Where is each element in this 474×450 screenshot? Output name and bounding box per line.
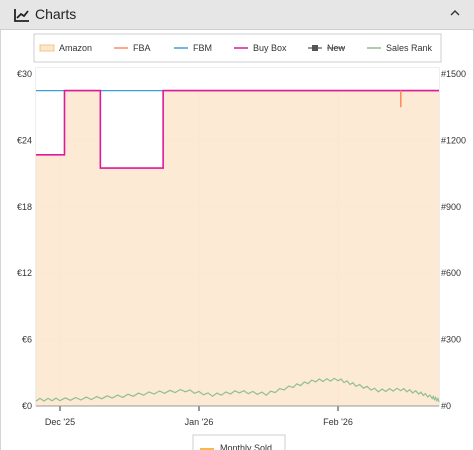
y-right-tick-label: #0 — [441, 401, 451, 411]
y-right-tick-label: #600 — [441, 268, 461, 278]
legend-marker — [312, 45, 318, 51]
y-left-tick-label: €12 — [17, 268, 32, 278]
legend-label: FBA — [133, 43, 151, 53]
legend-label: FBM — [193, 43, 212, 53]
y-left-tick-label: €0 — [22, 401, 32, 411]
y-right-tick-label: #900 — [441, 202, 461, 212]
y-left-tick-label: €18 — [17, 202, 32, 212]
y-left-tick-label: €24 — [17, 135, 32, 145]
y-left-tick-label: €30 — [17, 69, 32, 79]
y-right-tick-label: #1200 — [441, 135, 466, 145]
y-left-tick-label: €6 — [22, 335, 32, 345]
legend-label: Sales Rank — [386, 43, 433, 53]
bottom-legend: Monthly Sold — [192, 434, 286, 450]
legend-item-amazon[interactable]: Amazon — [39, 43, 92, 53]
x-tick-label: Jan '26 — [185, 417, 214, 427]
price-history-chart: Amazon FBA FBM Buy Box New Sales Rank €0€6€12… — [17, 33, 466, 450]
x-tick-label: Dec '25 — [45, 417, 75, 427]
plot-area — [35, 67, 440, 407]
legend-swatch — [39, 44, 55, 52]
legend-label: Buy Box — [253, 43, 287, 53]
y-right-tick-label: #300 — [441, 335, 461, 345]
legend-label: Monthly Sold — [220, 443, 272, 450]
legend-label: Amazon — [59, 43, 92, 53]
series-amazon-area — [36, 90, 439, 406]
x-tick-label: Feb '26 — [323, 417, 353, 427]
y-right-tick-label: #1500 — [441, 69, 466, 79]
